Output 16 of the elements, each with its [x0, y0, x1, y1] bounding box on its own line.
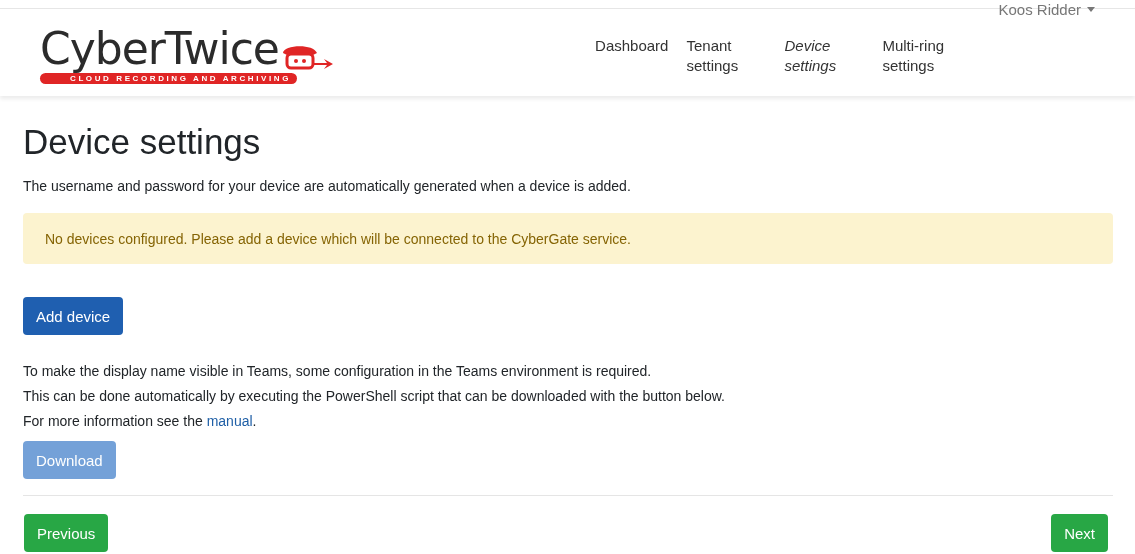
logo-text: CyberTwice — [40, 27, 279, 71]
nav-link[interactable]: Multi-ring settings — [882, 36, 963, 76]
nav-link[interactable]: Tenant settings — [686, 36, 767, 76]
manual-link[interactable]: manual — [206, 413, 253, 429]
info-text: For more information see the manual. — [23, 412, 258, 431]
caret-icon — [1087, 7, 1095, 12]
warning-alert: No devices configured. Please add a device which will be connected to the CyberGate service. — [23, 213, 1113, 264]
add-device-button[interactable]: Add device — [23, 297, 124, 335]
nav-link[interactable]: Device settings — [784, 36, 865, 76]
page-title: Device settings — [23, 122, 262, 162]
info-text: This can be done automatically by executing the PowerShell script that can be downloaded with the button below. — [23, 387, 726, 406]
user-menu[interactable]: Koos Ridder — [998, 1, 1095, 18]
intro-text: The username and password for your device are automatically generated when a device is added. — [23, 177, 632, 196]
logo-tagline: CLOUD RECORDING AND ARCHIVING — [40, 73, 298, 84]
nav-link[interactable]: Dashboard — [595, 36, 669, 76]
info-text: To make the display name visible in Teams, some configuration in the Teams environment is required. — [23, 362, 653, 381]
